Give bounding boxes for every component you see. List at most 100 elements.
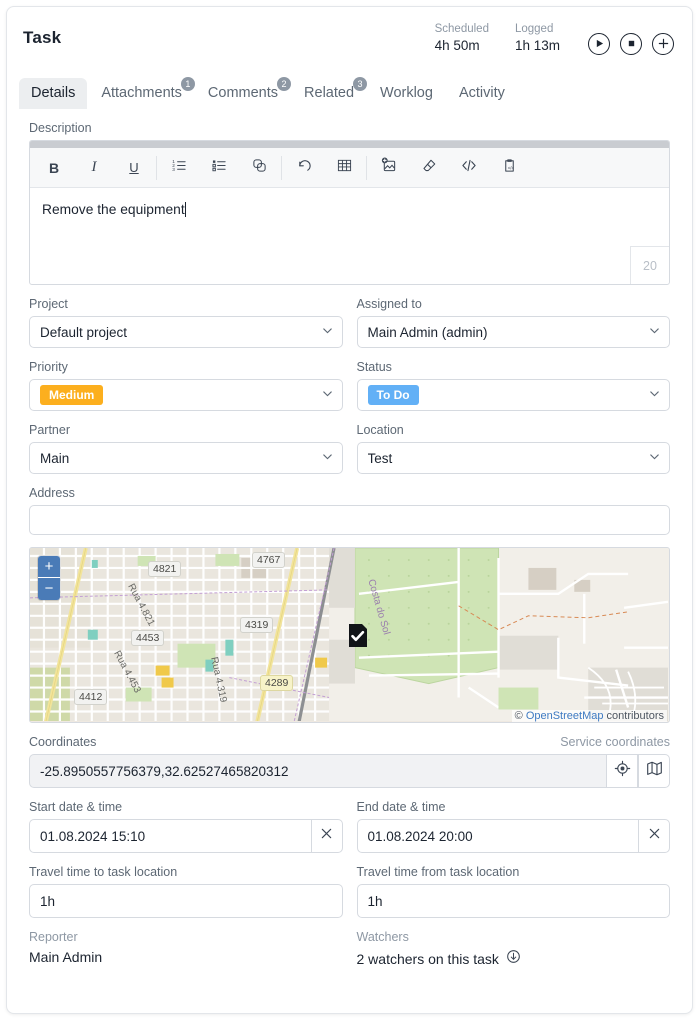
assigned-to-label: Assigned to — [356, 297, 422, 311]
dates-row: Start date & time 01.08.2024 15:10 End d… — [29, 788, 670, 853]
undo-button[interactable] — [284, 149, 324, 187]
tab-attachments[interactable]: Attachments 1 — [89, 77, 195, 109]
travel-row: Travel time to task location 1h Travel t… — [29, 853, 670, 918]
openstreetmap-link[interactable]: OpenStreetMap — [526, 710, 604, 722]
start-date-value: 01.08.2024 15:10 — [40, 828, 146, 844]
scheduled-value: 4h 50m — [434, 37, 480, 53]
status-badge: To Do — [367, 385, 419, 405]
editor-grip — [30, 141, 669, 148]
coordinates-input[interactable]: -25.8950557756379,32.62527465820312 — [29, 754, 606, 788]
tab-comments[interactable]: Comments 2 — [196, 77, 292, 109]
italic-button[interactable]: I — [74, 149, 114, 187]
map-road-label: 4319 — [240, 617, 274, 633]
ordered-list-button[interactable]: 1 2 3 — [159, 149, 199, 187]
map-road-label: 4453 — [131, 630, 165, 646]
travel-to-input[interactable]: 1h — [29, 884, 343, 918]
chevron-down-icon — [321, 450, 334, 466]
map-attribution: © OpenStreetMap contributors — [511, 710, 667, 722]
tab-badge: 2 — [277, 77, 292, 91]
svg-text:</>: </> — [507, 165, 514, 170]
logged-stat: Logged 1h 13m — [515, 22, 586, 55]
address-input[interactable] — [29, 505, 670, 535]
end-date-value: 01.08.2024 20:00 — [367, 828, 473, 844]
location-select[interactable]: Test — [356, 442, 670, 474]
tab-bar: Details Attachments 1 Comments 2 Related… — [7, 69, 692, 109]
start-date-input[interactable]: 01.08.2024 15:10 — [29, 819, 311, 853]
tab-label: Related — [304, 85, 355, 101]
stop-timer-button[interactable] — [620, 32, 642, 55]
bullet-list-button[interactable] — [199, 149, 239, 187]
page-title: Task — [23, 28, 62, 47]
coordinates-row: -25.8950557756379,32.62527465820312 — [29, 754, 670, 788]
reporter-label: Reporter — [29, 930, 78, 944]
table-button[interactable] — [324, 149, 364, 187]
map-zoom-controls[interactable]: + − — [38, 556, 60, 600]
start-date-clear-button[interactable] — [310, 819, 343, 853]
service-coordinates-link[interactable]: Service coordinates — [560, 735, 670, 749]
underline-button[interactable]: U — [114, 149, 154, 187]
toolbar-divider — [366, 155, 367, 180]
add-button[interactable] — [652, 32, 674, 55]
code-button[interactable] — [449, 149, 489, 187]
zoom-out-button[interactable]: − — [38, 578, 60, 600]
chevron-down-icon — [648, 387, 661, 403]
checkmark-marker-icon[interactable] — [347, 623, 369, 654]
tab-worklog[interactable]: Worklog — [368, 78, 445, 109]
plus-icon — [658, 38, 669, 49]
logged-value: 1h 13m — [514, 37, 560, 53]
locate-button[interactable] — [606, 754, 638, 788]
assigned-to-select[interactable]: Main Admin (admin) — [356, 316, 670, 348]
project-select[interactable]: Default project — [29, 316, 343, 348]
status-label: Status — [356, 360, 392, 374]
travel-from-label: Travel time from task location — [356, 865, 520, 879]
tab-badge: 3 — [353, 77, 368, 91]
project-value: Default project — [40, 324, 128, 340]
map-road-label: 4289 — [260, 675, 294, 691]
priority-select[interactable]: Medium — [29, 379, 343, 411]
add-watcher-icon[interactable] — [506, 949, 521, 969]
tab-label: Details — [31, 85, 76, 101]
start-timer-button[interactable] — [588, 32, 610, 55]
tab-details[interactable]: Details — [19, 78, 88, 109]
link-button[interactable] — [239, 149, 279, 187]
watchers-label: Watchers — [356, 930, 409, 944]
end-date-field: 01.08.2024 20:00 — [356, 819, 670, 853]
eraser-button[interactable] — [409, 149, 449, 187]
details-panel: Description B I U 1 2 3 </> Remove the e… — [7, 121, 692, 969]
tab-activity[interactable]: Activity — [447, 78, 517, 109]
end-date-input[interactable]: 01.08.2024 20:00 — [356, 819, 638, 853]
project-label: Project — [29, 297, 68, 311]
location-map[interactable]: + − © OpenStreetMap contributors 4767 482… — [29, 547, 670, 723]
travel-to-value: 1h — [40, 893, 56, 909]
tab-badge: 1 — [180, 77, 195, 91]
partner-select[interactable]: Main — [29, 442, 343, 474]
open-map-button[interactable] — [638, 754, 670, 788]
address-label: Address — [29, 486, 75, 500]
partner-value: Main — [40, 450, 70, 466]
zoom-in-button[interactable]: + — [38, 556, 60, 578]
close-icon — [320, 827, 333, 845]
travel-from-value: 1h — [367, 893, 383, 909]
bold-button[interactable]: B — [34, 149, 74, 187]
editor-toolbar: B I U 1 2 3 </> — [30, 148, 669, 188]
priority-badge: Medium — [40, 385, 104, 405]
paste-code-button[interactable]: </> — [489, 149, 529, 187]
watchers-value: 2 watchers on this task — [356, 951, 499, 967]
toolbar-divider — [156, 155, 157, 180]
tab-related[interactable]: Related 3 — [292, 77, 368, 109]
description-label: Description — [29, 121, 92, 135]
eraser-icon — [422, 158, 437, 178]
header-actions — [586, 32, 674, 55]
travel-from-input[interactable]: 1h — [356, 884, 670, 918]
end-date-clear-button[interactable] — [638, 819, 670, 853]
location-value: Test — [367, 450, 393, 466]
play-icon — [595, 39, 604, 48]
map-road-label: 4821 — [148, 561, 182, 577]
description-textarea[interactable]: Remove the equipment 20 — [30, 188, 669, 284]
status-select[interactable]: To Do — [356, 379, 670, 411]
priority-label: Priority — [29, 360, 68, 374]
stop-icon — [627, 39, 636, 48]
table-icon — [337, 158, 352, 178]
partner-label: Partner — [29, 423, 70, 437]
add-image-button[interactable] — [369, 149, 409, 187]
